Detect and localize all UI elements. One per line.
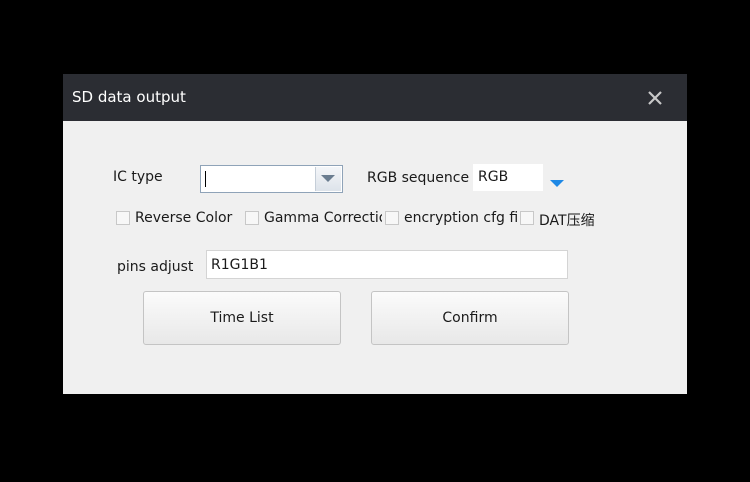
ic-type-combobox[interactable] <box>200 165 343 193</box>
reverse-color-label: Reverse Color <box>135 210 233 226</box>
gamma-correction-checkbox[interactable]: Gamma Correction <box>245 209 382 229</box>
rgb-sequence-value: RGB <box>478 169 509 185</box>
checkbox-box <box>385 211 399 225</box>
gamma-correction-label: Gamma Correction <box>264 210 382 226</box>
ic-type-dropdown-button[interactable] <box>315 167 341 191</box>
pins-adjust-label: pins adjust <box>117 259 194 275</box>
time-list-button[interactable]: Time List <box>143 291 341 345</box>
rgb-sequence-select[interactable]: RGB <box>473 164 543 191</box>
confirm-button-label: Confirm <box>442 310 498 326</box>
rgb-sequence-label: RGB sequence <box>367 170 470 186</box>
checkbox-box <box>245 211 259 225</box>
encryption-cfg-label: encryption cfg file <box>404 210 517 226</box>
close-icon <box>648 91 662 105</box>
dat-compress-label: DAT压缩 <box>539 213 595 229</box>
time-list-button-label: Time List <box>210 310 274 326</box>
encryption-cfg-checkbox[interactable]: encryption cfg file <box>385 209 517 229</box>
confirm-button[interactable]: Confirm <box>371 291 569 345</box>
chevron-down-icon <box>321 175 335 182</box>
text-caret <box>205 171 206 187</box>
dat-compress-checkbox[interactable]: DAT压缩 <box>520 209 615 229</box>
checkbox-box <box>520 211 534 225</box>
close-button[interactable] <box>643 86 667 110</box>
sd-data-output-dialog: SD data output IC type RGB sequence RGB … <box>63 74 687 394</box>
rgb-sequence-dropdown-button[interactable] <box>549 174 565 187</box>
chevron-down-icon <box>550 180 564 187</box>
title-bar: SD data output <box>63 74 687 121</box>
window-title: SD data output <box>72 88 186 106</box>
reverse-color-checkbox[interactable]: Reverse Color <box>116 209 238 229</box>
pins-adjust-input[interactable] <box>206 250 568 279</box>
ic-type-label: IC type <box>113 169 163 185</box>
checkbox-box <box>116 211 130 225</box>
